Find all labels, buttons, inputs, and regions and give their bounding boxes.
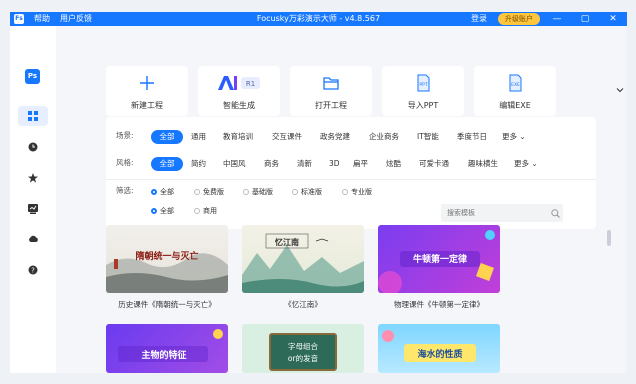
svg-text:or的发音: or的发音 (288, 353, 319, 363)
template-card[interactable]: 隋朝统一与灭亡 (106, 225, 228, 293)
star-icon (28, 173, 38, 183)
help-icon: ? (28, 265, 38, 275)
scene-chip[interactable]: 企业商务 (369, 130, 399, 144)
sidebar-item-recent[interactable] (18, 137, 48, 157)
folder-icon (323, 77, 339, 90)
search-icon[interactable] (551, 209, 560, 218)
ai-generate-label: 智能生成 (223, 101, 255, 110)
grid-icon (28, 111, 38, 121)
import-ppt-card[interactable]: PPT 导入PPT (382, 66, 464, 116)
scene-chip[interactable]: 交互课件 (272, 130, 302, 144)
template-title: 忆江南 (275, 237, 299, 247)
edition-radio[interactable]: 标准版 (292, 186, 322, 198)
svg-text:PPT: PPT (419, 82, 427, 88)
login-button[interactable]: 登录 (471, 14, 487, 24)
template-card[interactable]: 主物的特征 (106, 324, 228, 373)
cloud-icon (29, 235, 38, 242)
app-window: Fs 帮助 用户反馈 Focusky万彩演示大师 - v4.8.567 登录 升… (10, 12, 627, 373)
template-title: 海水的性质 (417, 348, 462, 360)
style-chip[interactable]: 商务 (264, 157, 279, 171)
edition-radio[interactable]: 基础版 (243, 186, 273, 198)
edition-radio[interactable]: 免费版 (194, 186, 224, 198)
template-card[interactable]: 海水的性质 (378, 324, 500, 373)
title-bar: Fs 帮助 用户反馈 Focusky万彩演示大师 - v4.8.567 登录 升… (10, 12, 627, 26)
more-actions-button[interactable] (616, 82, 624, 98)
sidebar-item-stats[interactable] (18, 199, 48, 219)
template-thumbnail: 牛顿第一定律 (378, 230, 495, 293)
exe-icon: EXE (509, 74, 522, 92)
edit-exe-card[interactable]: EXE 编辑EXE (474, 66, 556, 116)
style-chip[interactable]: 中国风 (223, 157, 246, 171)
template-thumbnail: 字母组合 or的发音 (269, 333, 337, 371)
sidebar-item-favorites[interactable] (18, 168, 48, 188)
scene-chip-all[interactable]: 全部 (151, 130, 183, 144)
maximize-button[interactable]: ▢ (578, 13, 592, 25)
scene-chip[interactable]: IT智能 (417, 130, 439, 144)
template-title: 隋朝统一与灭亡 (135, 250, 198, 262)
style-chip[interactable]: 趣味横生 (468, 157, 498, 171)
chart-icon (28, 204, 38, 214)
scene-chip[interactable]: 季度节日 (457, 130, 487, 144)
filter-label: 筛选: (116, 186, 134, 195)
style-chip[interactable]: 炫酷 (386, 157, 401, 171)
open-project-label: 打开工程 (315, 101, 347, 110)
style-chip[interactable]: 简约 (191, 157, 206, 171)
ai-badge: R1 (246, 80, 255, 88)
filter-divider (106, 179, 596, 180)
sidebar-item-cloud[interactable] (18, 229, 48, 249)
ai-generate-card[interactable]: R1 智能生成 (198, 66, 280, 116)
scene-chip[interactable]: 通用 (191, 130, 206, 144)
sidebar-item-templates[interactable] (18, 106, 48, 126)
sidebar-item-help[interactable]: ? (18, 260, 48, 280)
template-title: 主物的特征 (141, 349, 186, 361)
usage-radio-all[interactable]: 全部 (151, 205, 174, 217)
template-thumbnail: 忆江南 (242, 233, 364, 293)
style-more[interactable]: 更多 ⌄ (514, 157, 538, 171)
scene-chip[interactable]: 教育培训 (223, 130, 253, 144)
template-caption: 物理课件《牛顿第一定律》 (394, 300, 484, 309)
close-button[interactable]: ✕ (606, 13, 620, 25)
template-card[interactable]: 牛顿第一定律 (378, 225, 500, 293)
template-thumbnail: 海水的性质 (382, 330, 476, 362)
style-chip[interactable]: 可爱卡通 (419, 157, 449, 171)
template-card[interactable]: 忆江南 (242, 225, 364, 293)
new-project-card[interactable]: 新建工程 (106, 66, 188, 116)
svg-text:EXE: EXE (511, 82, 520, 88)
chevron-down-icon (616, 88, 624, 93)
edit-exe-label: 编辑EXE (499, 101, 531, 110)
usage-radio-commercial[interactable]: 商用 (194, 205, 217, 217)
filter-panel: 场景: 全部 通用 教育培训 交互课件 政务党建 企业商务 IT智能 季度节日 … (106, 117, 596, 229)
style-label: 风格: (116, 158, 134, 167)
scene-more[interactable]: 更多 ⌄ (502, 130, 526, 144)
template-card[interactable]: 字母组合 or的发音 (242, 324, 364, 373)
sidebar-logo: Ps (25, 69, 40, 84)
edition-radio[interactable]: 专业版 (342, 186, 372, 198)
new-project-label: 新建工程 (131, 101, 163, 110)
search-input[interactable] (441, 204, 563, 222)
ai-icon: R1 (218, 76, 260, 90)
scrollbar-thumb[interactable] (607, 230, 611, 246)
style-chip[interactable]: 3D (329, 157, 340, 171)
style-chip[interactable]: 扁平 (353, 157, 368, 171)
style-chip[interactable]: 清新 (297, 157, 312, 171)
template-thumbnail: 主物的特征 (118, 329, 223, 362)
ppt-icon: PPT (417, 74, 430, 92)
upgrade-button[interactable]: 升级账户 (498, 13, 540, 25)
scene-label: 场景: (116, 131, 134, 140)
import-ppt-label: 导入PPT (407, 101, 439, 110)
plus-icon (140, 76, 154, 90)
svg-text:字母组合: 字母组合 (288, 341, 318, 351)
template-caption: 历史课件《隋朝统一与灭亡》 (118, 300, 216, 309)
style-chip-all[interactable]: 全部 (151, 157, 183, 171)
template-caption: 《忆江南》 (284, 300, 322, 309)
clock-icon (28, 142, 38, 152)
template-thumbnail: 隋朝统一与灭亡 (106, 250, 228, 293)
template-title: 牛顿第一定律 (413, 253, 467, 265)
open-project-card[interactable]: 打开工程 (290, 66, 372, 116)
minimize-button[interactable]: — (550, 13, 564, 25)
sidebar: Ps ? (10, 26, 56, 373)
edition-radio-all[interactable]: 全部 (151, 186, 174, 198)
svg-text:?: ? (31, 267, 35, 275)
scene-chip[interactable]: 政务党建 (320, 130, 350, 144)
